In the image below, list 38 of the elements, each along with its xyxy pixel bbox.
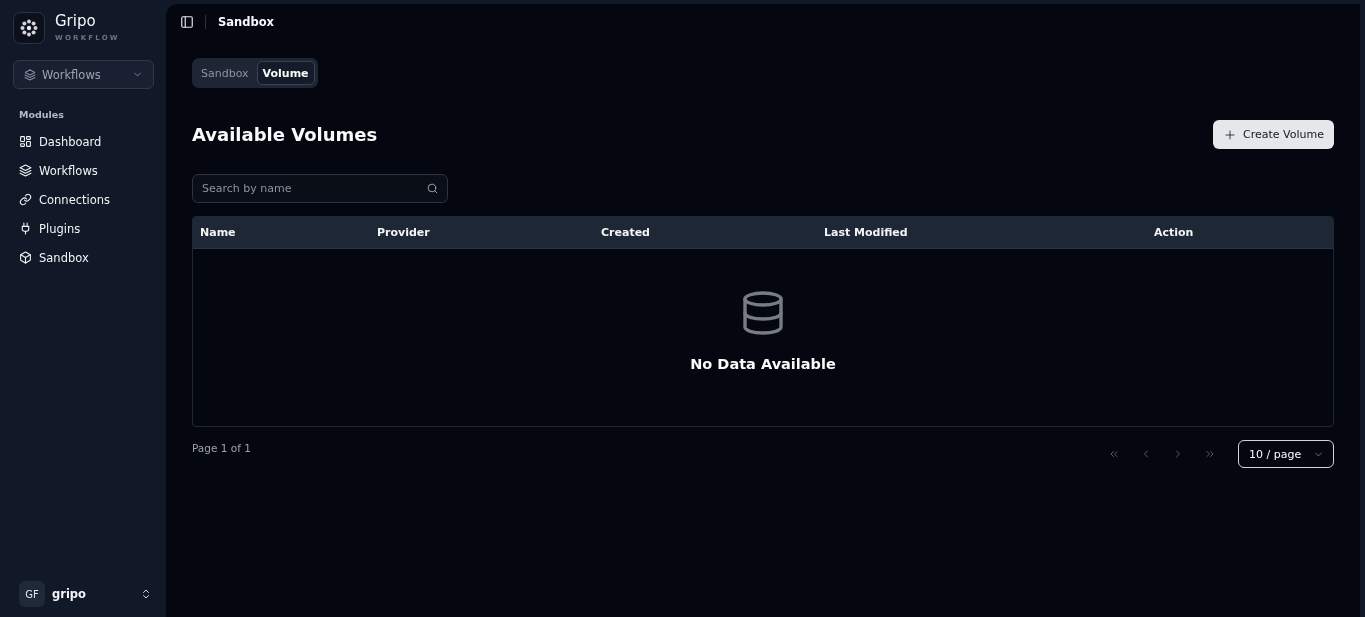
- section-label: Modules: [18, 108, 65, 122]
- plus-icon: [1224, 128, 1237, 141]
- brand-name: Gripo: [55, 12, 97, 30]
- sidebar-item[interactable]: Workflows: [13, 156, 154, 185]
- workflow-switcher[interactable]: Workflows: [13, 60, 154, 89]
- sidebar-item[interactable]: Sandbox: [13, 243, 154, 272]
- double-chevron-left-icon: [1108, 448, 1120, 460]
- page-info: Page 1 of 1: [192, 441, 252, 456]
- grid-icon: [19, 135, 32, 148]
- sidebar-item[interactable]: Plugins: [13, 214, 154, 243]
- plug-icon: [19, 222, 32, 235]
- chevrons-up-down-icon: [140, 588, 152, 600]
- column-header: Name: [199, 226, 237, 239]
- cube-icon: [19, 251, 32, 264]
- sidebar-item[interactable]: Connections: [13, 185, 154, 214]
- sidebar-toggle-button[interactable]: [180, 15, 194, 29]
- user-avatar: GF: [19, 581, 45, 607]
- logo-icon: [13, 12, 45, 44]
- sidebar-item[interactable]: Dashboard: [13, 127, 154, 156]
- page-size-select[interactable]: 10 / page: [1238, 440, 1334, 468]
- column-header: Created: [600, 226, 651, 239]
- panel-icon: [180, 15, 194, 29]
- user-name: gripo: [52, 587, 87, 601]
- column-header: Last Modified: [823, 226, 909, 239]
- tab[interactable]: Volume: [256, 61, 315, 85]
- breadcrumb: Sandbox: [218, 15, 274, 29]
- tab[interactable]: Sandbox: [195, 61, 255, 85]
- search-field[interactable]: Search by name: [192, 174, 448, 203]
- layers-icon: [19, 164, 32, 177]
- empty-message: No Data Available: [690, 356, 836, 372]
- create-volume-button[interactable]: Create Volume: [1213, 120, 1334, 149]
- layers-icon: [24, 68, 36, 81]
- search-icon: [426, 182, 439, 195]
- double-chevron-right-icon: [1204, 448, 1216, 460]
- link-icon: [19, 193, 32, 206]
- column-header: Provider: [376, 226, 431, 239]
- page-title: Available Volumes: [192, 124, 378, 145]
- column-header: Action: [1153, 226, 1195, 239]
